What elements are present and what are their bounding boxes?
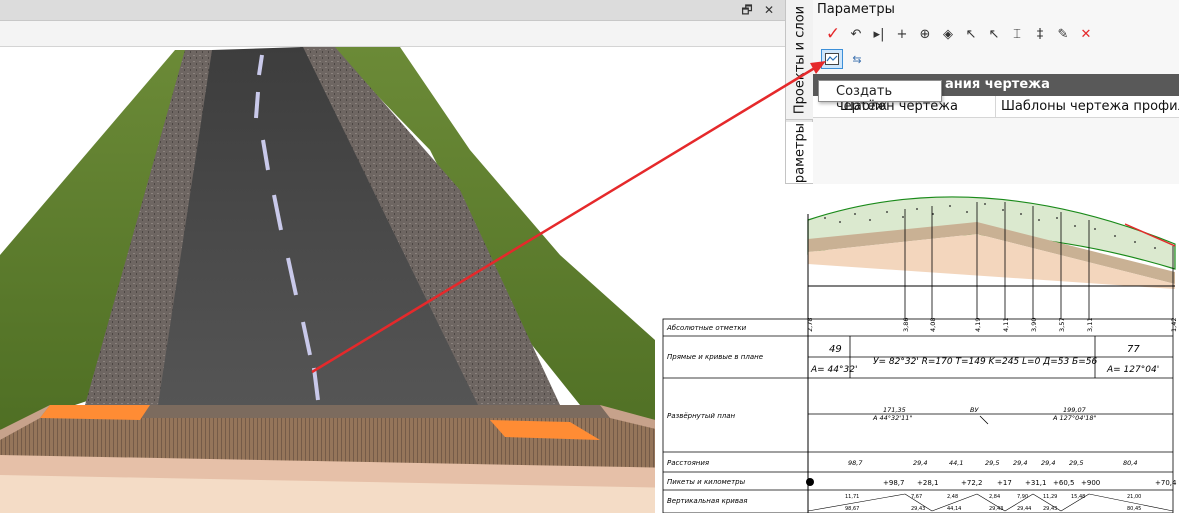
picket-8: +70,4 [1155, 479, 1177, 487]
elevation-2: 3,86 [902, 318, 910, 332]
plan-right-number: 77 [1127, 344, 1140, 355]
node-icon[interactable]: ‡ [1030, 24, 1050, 44]
vcurve-top-3: 2,48 [947, 494, 958, 500]
vcurve-top-1: 11,71 [845, 494, 859, 500]
row-label-elevations: Абсолютные отметки [666, 324, 747, 332]
picket-4: +17 [997, 479, 1012, 487]
row-label-unfolded: Развёрнутый план [667, 412, 736, 420]
unfolded-right-top: 199,07 [1063, 406, 1087, 414]
drawing-icon [825, 53, 839, 65]
vcurve-top-6: 11,29 [1043, 494, 1057, 500]
elevation-4: 4,19 [974, 318, 982, 332]
unfolded-left-top: 171,35 [883, 406, 906, 414]
section-icon[interactable]: ⌶ [1007, 24, 1027, 44]
unfolded-center: ВУ [970, 406, 979, 414]
distance-4: 29,5 [985, 459, 999, 467]
picket-start-marker [806, 478, 814, 486]
eyedropper-icon[interactable]: ✎ [1053, 24, 1073, 44]
create-drawing-tooltip: Создать чертёж [818, 80, 942, 114]
restore-window-icon[interactable]: 🗗 [738, 2, 756, 18]
step-icon[interactable]: ▸| [869, 24, 889, 44]
vcurve-top-5: 7,90 [1017, 494, 1028, 500]
distance-8: 80,4 [1123, 459, 1137, 467]
distance-7: 29,5 [1069, 459, 1083, 467]
vcurve-top-8: 21,00 [1127, 494, 1141, 500]
vcurve-bottom-4: 29,43 [989, 506, 1003, 512]
plan-left-number: 49 [829, 344, 842, 355]
tab-projects-layers[interactable]: Проекты и слои [786, 0, 813, 120]
tab-parameters[interactable]: раметры [786, 122, 813, 184]
panel-toolbar-secondary: ⇆ [813, 48, 1179, 70]
app-window: 🗗 ✕ Проекты и слои раметры Параметры ✓ ↶… [0, 0, 1179, 513]
distance-2: 29,4 [913, 459, 927, 467]
tab-projects-label: Проекты и слои [792, 5, 807, 114]
vcurve-top-7: 15,48 [1071, 494, 1085, 500]
elevation-5: 4,11 [1002, 318, 1010, 332]
plan-left-azimuth: А= 44°32' [810, 365, 857, 375]
row-label-distances: Расстояния [667, 459, 709, 467]
check-icon[interactable]: ✓ [823, 24, 843, 44]
distance-6: 29,4 [1041, 459, 1055, 467]
property-separator [995, 96, 996, 118]
plan-curve-params: У= 82°32' R=170 T=149 K=245 L=0 Д=53 Б=5… [873, 357, 1097, 367]
vcurve-bottom-6: 29,43 [1043, 506, 1057, 512]
picket-1: +98,7 [883, 479, 904, 487]
property-group-title: ания чертежа [945, 77, 1050, 92]
undo-arrow-icon[interactable]: ↶ [846, 24, 866, 44]
profile-drawing-svg: Абсолютные отметки Прямые и кривые в пла… [662, 196, 1178, 513]
distance-1: 98,7 [848, 459, 863, 467]
vcurve-top-4: 2,84 [989, 494, 1000, 500]
vcurve-bottom-5: 29,44 [1017, 506, 1031, 512]
viewport-toolbar [0, 21, 785, 47]
delete-icon[interactable]: ✕ [1076, 24, 1096, 44]
elevation-6: 3,90 [1030, 318, 1038, 332]
target-diamond-icon[interactable]: ◈ [938, 24, 958, 44]
crosshair-icon[interactable]: + [892, 24, 912, 44]
elevation-9: 1,42 [1170, 318, 1178, 332]
unfolded-left-bottom: А 44°32'11" [872, 414, 912, 422]
picket-6: +60,5 [1053, 479, 1074, 487]
picket-2: +28,1 [917, 479, 938, 487]
target-icon[interactable]: ⊕ [915, 24, 935, 44]
plan-right-azimuth: А= 127°04' [1106, 365, 1159, 375]
picket-5: +31,1 [1025, 479, 1046, 487]
picket-3: +72,2 [961, 479, 982, 487]
viewport-titlebar: 🗗 ✕ [0, 0, 785, 21]
close-window-icon[interactable]: ✕ [760, 2, 778, 18]
elevation-7: 3,57 [1058, 318, 1066, 332]
distance-5: 29,4 [1013, 459, 1027, 467]
row-label-pickets: Пикеты и километры [667, 478, 746, 486]
tab-parameters-label: раметры [792, 122, 807, 183]
panel-title: Параметры [817, 2, 895, 17]
picket-7: +900 [1081, 479, 1100, 487]
convert-icon[interactable]: ⇆ [847, 49, 867, 69]
left-orange-marker [40, 405, 150, 420]
vcurve-bottom-1: 98,67 [845, 506, 859, 512]
vcurve-bottom-7: 80,45 [1127, 506, 1141, 512]
elevation-3: 4,08 [929, 318, 937, 332]
vcurve-top-2: 7,67 [911, 494, 922, 500]
row-label-plan: Прямые и кривые в плане [667, 353, 763, 361]
elevation-8: 3,11 [1086, 318, 1094, 332]
vcurve-bottom-3: 44,14 [947, 506, 961, 512]
pick-point-icon[interactable]: ↖ [961, 24, 981, 44]
elevation-1: 2,78 [806, 318, 814, 332]
distance-3: 44,1 [949, 459, 963, 467]
row-label-vertical-curve: Вертикальная кривая [667, 497, 747, 505]
vcurve-bottom-2: 29,43 [911, 506, 925, 512]
pick-text-icon[interactable]: ↖ [984, 24, 1004, 44]
profile-drawing-preview: Абсолютные отметки Прямые и кривые в пла… [655, 184, 1179, 513]
panel-toolbar: ✓ ↶ ▸| + ⊕ ◈ ↖ ↖ ⌶ ‡ ✎ ✕ [813, 22, 1179, 46]
unfolded-right-bottom: А 127°04'18" [1052, 414, 1097, 422]
create-drawing-button[interactable] [821, 49, 843, 69]
property-value[interactable]: Шаблоны чертежа профиля [1001, 99, 1179, 114]
